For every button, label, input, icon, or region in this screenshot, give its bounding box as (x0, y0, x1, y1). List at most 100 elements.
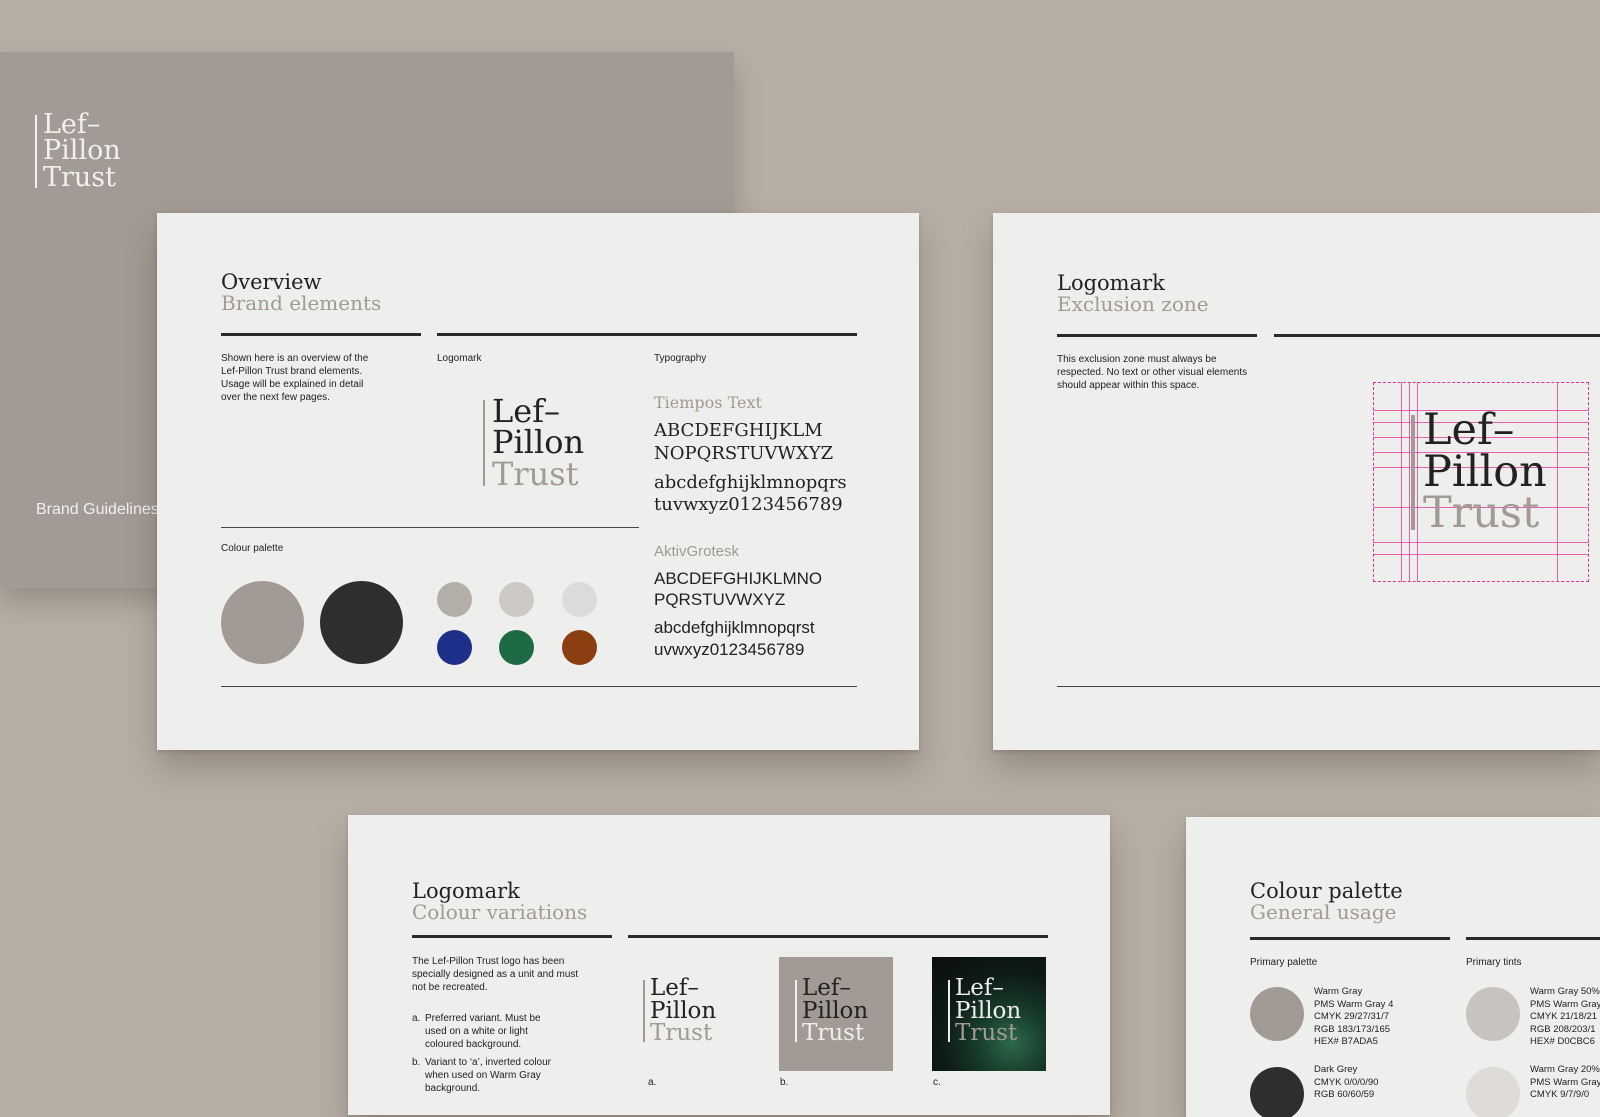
exclusion-page: Logomark Exclusion zone This exclusion z… (993, 213, 1600, 750)
logo-bar (35, 115, 37, 189)
swatch-name: Warm Gray (1314, 986, 1363, 997)
swatch-cmyk: CMYK 29/27/31/7 (1314, 1011, 1389, 1022)
primary-tints-label: Primary tints (1466, 957, 1522, 968)
variant-a-logo: Lef– Pillon Trust (643, 977, 716, 1045)
page-subtitle: Exclusion zone (1057, 292, 1209, 316)
divider (628, 935, 1048, 938)
note-b-marker: b. (412, 1057, 421, 1068)
tint-20-specs: Warm Gray 20% PMS Warm Gray CMYK 9/7/9/0 (1530, 1064, 1600, 1102)
page-title: Overview (221, 270, 322, 294)
logo-line-3: Trust (650, 1020, 713, 1047)
note-a: Preferred variant. Must be used on a whi… (425, 1013, 541, 1050)
sans-font-name: AktivGrotesk (654, 543, 740, 560)
divider (1057, 686, 1600, 687)
guide-line (1401, 382, 1402, 582)
swatch-cmyk: CMYK 21/18/21 (1530, 1011, 1598, 1022)
exclusion-logo: Lef– Pillon Trust (1411, 405, 1547, 539)
swatch-pms: PMS Warm Gray (1530, 1076, 1600, 1088)
note-b: Variant to ‘a’, inverted colour when use… (425, 1057, 551, 1094)
logo-line-2: Pillon (955, 997, 1022, 1024)
variant-a-caption: a. (648, 1077, 657, 1088)
page-subtitle: Brand elements (221, 291, 382, 315)
page-subtitle: General usage (1250, 900, 1397, 924)
swatch-tint-2 (499, 582, 534, 617)
swatch-name: Dark Grey (1314, 1064, 1358, 1075)
serif-specimen-lower-2: tuvwxyz0123456789 (654, 494, 843, 515)
variant-a: Lef– Pillon Trust (628, 957, 742, 1071)
divider (1057, 334, 1257, 337)
guide-line (1409, 382, 1410, 582)
swatch-tint-20 (1466, 1067, 1520, 1117)
swatch-tint-50 (1466, 987, 1520, 1041)
logo-line-3: Trust (492, 454, 579, 493)
dark-gray-specs: Dark Grey CMYK 0/0/0/90 RGB 60/60/59 (1314, 1064, 1454, 1102)
variations-page: Logomark Colour variations The Lef-Pillo… (348, 815, 1110, 1115)
swatch-orange (562, 630, 597, 665)
divider (221, 333, 421, 336)
variant-b-caption: b. (780, 1077, 789, 1088)
guide-line (1557, 382, 1558, 582)
palette-label: Colour palette (221, 543, 284, 554)
swatch-warm-gray (221, 581, 304, 664)
logo-line-2: Pillon (43, 135, 121, 167)
swatch-dark-gray (1250, 1067, 1304, 1117)
serif-specimen-lower-1: abcdefghijklmnopqrs (654, 472, 847, 493)
primary-palette-label: Primary palette (1250, 957, 1318, 968)
divider (412, 935, 612, 938)
serif-font-name: Tiempos Text (654, 393, 762, 412)
divider (1274, 334, 1600, 337)
logo-line-3: Trust (43, 161, 117, 193)
logo-line-1: Lef– (1423, 405, 1515, 455)
warm-gray-specs: Warm Gray PMS Warm Gray 4 CMYK 29/27/31/… (1314, 986, 1454, 1049)
divider (221, 686, 857, 687)
serif-specimen-upper-2: NOPQRSTUVWXYZ (654, 443, 834, 464)
logo-line-1: Lef– (955, 975, 1004, 1001)
note-a-marker: a. (412, 1013, 421, 1024)
variant-c-caption: c. (933, 1077, 941, 1088)
divider (437, 333, 857, 336)
swatch-pms: PMS Warm Gray (1530, 998, 1600, 1010)
logo-line-2: Pillon (802, 997, 869, 1024)
swatch-tint-1 (437, 582, 472, 617)
logo-line-3: Trust (955, 1020, 1018, 1047)
variant-c: Lef– Pillon Trust (932, 957, 1046, 1071)
swatch-name: Warm Gray 20% (1530, 1064, 1600, 1075)
typography-label: Typography (654, 353, 707, 364)
logo-line-3: Trust (802, 1020, 865, 1047)
sans-specimen-lower-1: abcdefghijklmnopqrst (654, 618, 815, 637)
divider (1466, 937, 1600, 940)
swatch-hex: HEX# B7ADA5 (1314, 1036, 1378, 1047)
variant-b: Lef– Pillon Trust (779, 957, 893, 1071)
logo-bar (483, 399, 485, 487)
overview-logo: Lef– Pillon Trust (483, 395, 585, 493)
intro-text: The Lef-Pillon Trust logo has been speci… (412, 956, 579, 993)
cover-footer: Brand Guidelines (36, 501, 159, 518)
swatch-cmyk: CMYK 0/0/0/90 (1314, 1076, 1379, 1088)
logo-line-3: Trust (1423, 488, 1540, 539)
tint-50-specs: Warm Gray 50% PMS Warm Gray CMYK 21/18/2… (1530, 986, 1600, 1049)
sans-specimen-upper-1: ABCDEFGHIJKLMNO (654, 569, 823, 588)
intro-text: This exclusion zone must always be respe… (1057, 354, 1248, 391)
swatch-blue (437, 630, 472, 665)
divider (1250, 937, 1450, 940)
swatch-pms: PMS Warm Gray 4 (1314, 998, 1394, 1010)
swatch-hex: HEX# D0CBC6 (1530, 1036, 1595, 1047)
divider (221, 527, 639, 528)
intro-text: Shown here is an overview of the Lef-Pil… (221, 353, 369, 403)
logo-line-2: Pillon (650, 997, 717, 1024)
logo-bar (795, 979, 797, 1042)
swatch-name: Warm Gray 50% (1530, 986, 1600, 997)
swatch-rgb: RGB 183/173/165 (1314, 1023, 1391, 1035)
variant-c-logo: Lef– Pillon Trust (948, 977, 1021, 1045)
logo-bar (643, 979, 645, 1042)
swatch-tint-3 (562, 582, 597, 617)
swatch-dark-gray (320, 581, 403, 664)
logo-line-2: Pillon (492, 423, 585, 462)
logo-line-1: Lef– (802, 975, 851, 1001)
exclusion-zone-diagram: Lef– Pillon Trust (1373, 382, 1589, 582)
logo-bar (1411, 415, 1415, 531)
swatch-rgb: RGB 208/203/1 (1530, 1023, 1596, 1035)
page-title: Colour palette (1250, 879, 1403, 903)
overview-page: Overview Brand elements Shown here is an… (157, 213, 919, 750)
variant-b-logo: Lef– Pillon Trust (795, 977, 868, 1045)
